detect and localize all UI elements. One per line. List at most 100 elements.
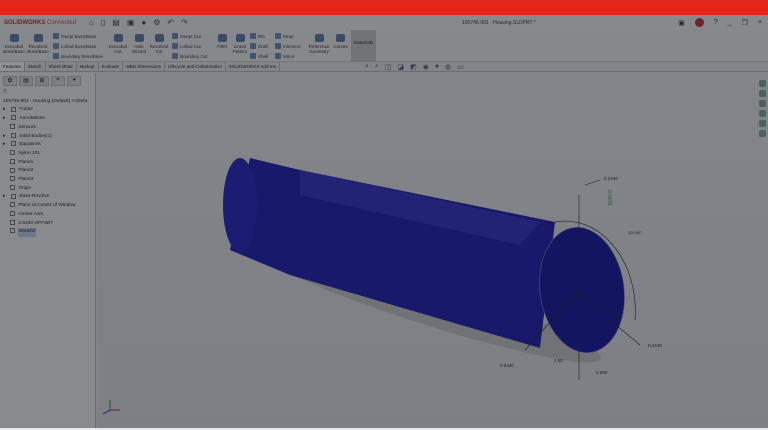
file-explorer-icon[interactable] [759, 100, 766, 107]
dimension-small[interactable]: 2.50 [554, 358, 563, 363]
extruded-boss-button[interactable]: Extruded Boss/Base [3, 34, 25, 54]
avatar[interactable] [694, 18, 704, 27]
shell-button[interactable]: Shell [250, 53, 268, 59]
tree-item[interactable]: Plane2 [3, 167, 95, 176]
tree-item[interactable]: 2.6400 OFFSET [3, 219, 95, 229]
dimension-right[interactable]: 0.2440 [648, 343, 662, 348]
label: Boundary Boss/Base [61, 53, 104, 59]
tree-item[interactable]: ▸ Solid Bodies(1) [3, 132, 95, 142]
dimxpert-tab[interactable]: ⌖ [51, 76, 65, 86]
tab-mbd-dimensions[interactable]: MBD Dimensions [123, 62, 165, 71]
instant3d-button[interactable]: Instant3D [351, 30, 376, 62]
restore-button[interactable]: ❐ [742, 19, 748, 27]
design-library-icon[interactable] [759, 90, 766, 97]
mirror-button[interactable]: Mirror [275, 53, 295, 59]
label: Sensors [18, 124, 36, 130]
undo-icon[interactable]: ↶ [167, 18, 174, 27]
tree-item[interactable]: Nylon 101 [3, 150, 95, 159]
appearance-icon[interactable]: ● [435, 63, 439, 71]
tab-sketch[interactable]: Sketch [25, 62, 46, 71]
custom-properties-icon[interactable] [759, 130, 766, 137]
appearances-icon[interactable] [759, 120, 766, 127]
rib-button[interactable]: Rib [250, 33, 265, 39]
help-button[interactable]: ? [714, 19, 718, 26]
view-settings-icon[interactable]: ▭ [457, 63, 464, 71]
filter-icon[interactable]: ▽ [3, 89, 95, 98]
plane-icon [10, 158, 16, 164]
tree-item[interactable]: Sketch2 [3, 228, 95, 237]
open-icon[interactable]: ▤ [112, 18, 120, 27]
triad-icon [102, 400, 120, 415]
dimension-green[interactable]: 0.0979 [606, 190, 612, 206]
tab-evaluate[interactable]: Evaluate [99, 62, 124, 71]
lofted-cut-button[interactable]: Lofted Cut [172, 43, 201, 49]
tree-item[interactable]: ▸ Annotations [3, 115, 95, 124]
extruded-cut-button[interactable]: Extruded Cut [108, 34, 128, 54]
curves-button[interactable]: Curves [332, 34, 349, 49]
tab-sheet-metal[interactable]: Sheet Metal [46, 62, 77, 71]
dimension-angle[interactable]: 120.00° [628, 230, 642, 235]
tree-root[interactable]: 100745-001 - Housing (Default) <<Defa [3, 98, 95, 107]
revolved-cut-button[interactable]: Revolved Cut [149, 34, 169, 54]
lofted-boss-button[interactable]: Lofted Boss/Base [53, 43, 96, 49]
boundary-cut-button[interactable]: Boundary Cut [172, 53, 208, 59]
origin-icon [10, 184, 16, 190]
swept-cut-button[interactable]: Swept Cut [172, 33, 201, 39]
tree-item[interactable]: Plane1 [3, 158, 95, 168]
dimension-bottom[interactable]: 0.000 [596, 370, 608, 375]
save-icon[interactable]: ▣ [127, 18, 135, 27]
dimension-left[interactable]: 0.2440 [500, 363, 514, 368]
draft-button[interactable]: Draft [250, 43, 268, 49]
tab-addins[interactable]: SOLIDWORKS Add-Ins [226, 62, 280, 71]
wrap-button[interactable]: Wrap [275, 33, 294, 39]
home-icon[interactable]: ⌂ [89, 18, 94, 27]
hole-wizard-button[interactable]: Hole Wizard [130, 34, 148, 54]
tree-item[interactable]: Origin [3, 184, 95, 194]
intersect-button[interactable]: Intersect [275, 43, 300, 49]
configuration-manager-tab[interactable]: ⊞ [35, 76, 49, 86]
zoom-fit-icon[interactable]: ⌕ [365, 63, 369, 71]
tree-item[interactable]: Center Axis [3, 211, 95, 220]
feature-manager-tab[interactable]: ✿ [3, 76, 17, 86]
property-manager-tab[interactable]: ▤ [19, 76, 33, 86]
quick-access-toolbar: ⌂ ▯ ▤ ▣ ● ⚙ ↶ ↷ [89, 18, 188, 27]
tree-item[interactable]: Plane at Center of Window [3, 202, 95, 211]
label: Annotations [19, 116, 45, 122]
tree-item[interactable]: ▸ Equations [3, 141, 95, 150]
resources-icon[interactable] [759, 80, 766, 87]
swept-boss-button[interactable]: Swept Boss/Base [53, 33, 96, 39]
section-view-icon[interactable]: ◫ [385, 63, 392, 71]
tree-item[interactable]: Plane3 [3, 176, 95, 185]
dimension-top[interactable]: 0.2440 [604, 176, 618, 181]
linear-pattern-button[interactable]: Linear Pattern [231, 34, 249, 54]
minimize-button[interactable]: _ [728, 19, 732, 26]
display-style-icon[interactable]: ◩ [410, 63, 417, 71]
tree-item[interactable]: Sensors [3, 124, 95, 133]
close-button[interactable]: × [758, 19, 762, 26]
title-bar: SOLIDWORKS Connected ⌂ ▯ ▤ ▣ ● ⚙ ↶ ↷ 100745-001… [0, 15, 768, 30]
boundary-boss-button[interactable]: Boundary Boss/Base [53, 53, 103, 59]
fillet-button[interactable]: Fillet [214, 34, 230, 49]
revolved-cut-icon [154, 34, 164, 42]
revolved-boss-button[interactable]: Revolved Boss/Base [27, 34, 49, 54]
view-orientation-icon[interactable]: ◪ [397, 63, 404, 71]
traffic-light-icon[interactable]: ● [141, 18, 146, 27]
axis-icon [10, 211, 16, 217]
options-icon[interactable]: ⚙ [153, 18, 160, 27]
display-manager-tab[interactable]: ◕ [67, 76, 81, 86]
tab-markup[interactable]: Markup [77, 62, 99, 71]
hide-show-icon[interactable]: ◉ [423, 63, 429, 71]
tree-item[interactable]: ▸ Folder [3, 106, 95, 115]
scene-icon[interactable]: ◍ [445, 63, 451, 71]
tree-item[interactable]: ▸ Base-Revolve [3, 193, 95, 202]
graphics-viewport[interactable]: 0.2440 0.2440 0.2440 0.000 2.50 120.00° … [97, 73, 768, 428]
view-palette-icon[interactable] [759, 110, 766, 117]
tab-features[interactable]: Features [0, 62, 25, 71]
new-icon[interactable]: ▯ [101, 18, 105, 27]
command-icon[interactable]: ▣ [678, 19, 685, 27]
extrude-icon [9, 34, 19, 42]
tab-lifecycle[interactable]: Lifecycle and Collaboration [165, 62, 226, 71]
reference-geometry-button[interactable]: Reference Geometry [307, 34, 331, 54]
zoom-area-icon[interactable]: ⌕ [375, 63, 379, 71]
redo-icon[interactable]: ↷ [181, 18, 188, 27]
